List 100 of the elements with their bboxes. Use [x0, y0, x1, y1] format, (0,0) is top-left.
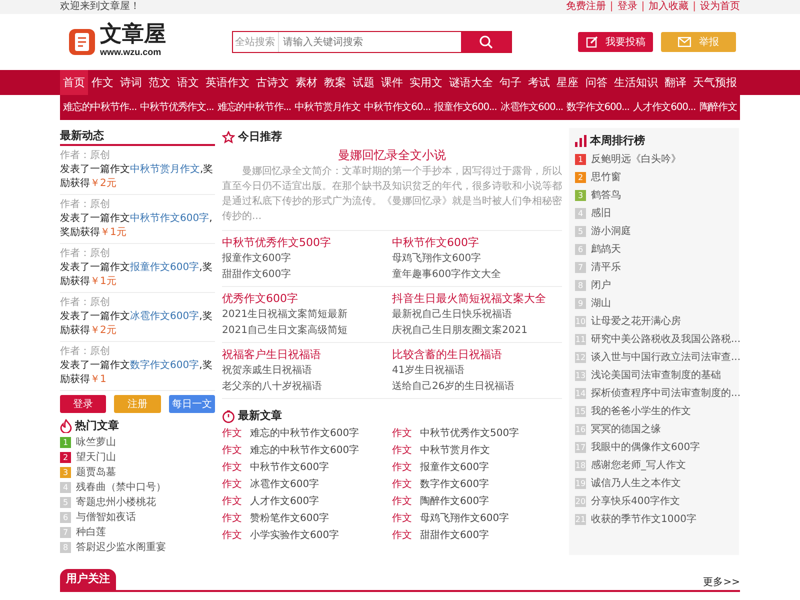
- ranking-link[interactable]: 我的爸爸小学生的作文: [591, 404, 691, 418]
- article-link[interactable]: 送给自己26岁的生日祝福语: [392, 379, 562, 395]
- article-link[interactable]: 赞粉笔作文600字: [250, 510, 330, 527]
- sub-nav-link[interactable]: 难忘的中秋节作...: [63, 95, 137, 120]
- sub-nav-link[interactable]: 中秋节赏月作文: [294, 95, 360, 120]
- sub-nav-link[interactable]: 冰雹作文600...: [500, 95, 563, 120]
- sub-nav-link[interactable]: 报童作文600...: [434, 95, 497, 120]
- nav-tab[interactable]: 句子: [496, 70, 525, 95]
- article-link[interactable]: 难忘的中秋节作文600字: [250, 442, 360, 459]
- article-link[interactable]: 最新祝自己生日快乐祝福语: [392, 307, 562, 323]
- article-link[interactable]: 老父亲的八十岁祝福语: [222, 379, 392, 395]
- ranking-link[interactable]: 分享快乐400字作文: [591, 494, 680, 508]
- top-link[interactable]: 登录: [617, 0, 638, 14]
- article-link[interactable]: 2021生日祝福文案简短最新: [222, 307, 392, 323]
- nav-tab[interactable]: 英语作文: [202, 70, 253, 95]
- headline-link[interactable]: 曼娜回忆录全文小说: [222, 146, 562, 164]
- article-link[interactable]: 冰雹作文600字: [130, 311, 200, 322]
- nav-tab[interactable]: 课件: [378, 70, 406, 95]
- sub-nav-link[interactable]: 人才作文600...: [632, 95, 696, 120]
- sub-nav-link[interactable]: 中秋节作文60...: [364, 95, 430, 120]
- ranking-link[interactable]: 鹤答鸟: [591, 188, 621, 202]
- nav-tab[interactable]: 翻译: [661, 70, 690, 95]
- article-link[interactable]: 中秋节作文600字: [250, 459, 330, 476]
- search-button[interactable]: [461, 32, 511, 52]
- nav-tab[interactable]: 语文: [174, 70, 202, 95]
- hot-article-link[interactable]: 种白莲: [76, 525, 106, 540]
- sub-nav-link[interactable]: 难忘的中秋节作...: [217, 95, 291, 120]
- nav-tab[interactable]: 诗词: [117, 70, 146, 95]
- action-button[interactable]: 登录: [60, 395, 106, 413]
- article-link[interactable]: 41岁生日祝福语: [392, 363, 562, 379]
- nav-tab[interactable]: 考试: [525, 70, 554, 95]
- ranking-link[interactable]: 谈入世与中国行政立法司法审查...: [591, 350, 741, 364]
- group-title-link[interactable]: 中秋节优秀作文500字: [222, 234, 392, 251]
- hot-article-link[interactable]: 与僧智如夜话: [76, 510, 136, 525]
- article-link[interactable]: 报童作文600字: [130, 262, 200, 273]
- nav-tab[interactable]: 生活知识: [610, 70, 661, 95]
- article-link[interactable]: 中秋节赏月作文: [130, 164, 200, 175]
- ranking-link[interactable]: 收获的季节作文1000字: [591, 512, 696, 526]
- ranking-link[interactable]: 我眼中的偶像作文600字: [591, 440, 700, 454]
- hot-article-link[interactable]: 望天门山: [76, 450, 116, 465]
- hot-article-link[interactable]: 寄题忠州小楼桃花: [76, 495, 156, 510]
- group-title-link[interactable]: 优秀作文600字: [222, 290, 392, 307]
- ranking-link[interactable]: 探析侦查程序中司法审查制度的...: [591, 386, 741, 400]
- ranking-link[interactable]: 思竹窗: [591, 170, 621, 184]
- more-link[interactable]: 更多>>: [703, 574, 740, 590]
- group-title-link[interactable]: 祝福客户生日祝福语: [222, 346, 392, 363]
- nav-tab[interactable]: 素材: [292, 70, 321, 95]
- action-button[interactable]: 每日一文: [168, 395, 215, 413]
- nav-tab[interactable]: 天气预报: [690, 70, 740, 95]
- article-link[interactable]: 数字作文600字: [420, 476, 490, 493]
- article-link[interactable]: 母鸡飞翔作文600字: [420, 510, 510, 527]
- article-link[interactable]: 陶醉作文600字: [420, 493, 490, 510]
- article-link[interactable]: 难忘的中秋节作文600字: [250, 425, 360, 442]
- hot-article-link[interactable]: 残春曲（禁中口号）: [76, 480, 166, 495]
- nav-tab[interactable]: 星座: [554, 70, 582, 95]
- top-link[interactable]: 免费注册: [566, 0, 606, 14]
- ranking-link[interactable]: 诚信乃人生之本作文: [591, 476, 681, 490]
- article-link[interactable]: 甜甜作文600字: [420, 527, 490, 544]
- ranking-link[interactable]: 感谢您老师_写人作文: [591, 458, 686, 472]
- ranking-link[interactable]: 湖山: [591, 296, 611, 310]
- ranking-link[interactable]: 研究中美公路税收及我国公路税...: [591, 332, 741, 346]
- hot-article-link[interactable]: 咏竺萝山: [76, 435, 116, 450]
- sub-nav-link[interactable]: 陶醉作文: [699, 95, 737, 120]
- nav-tab[interactable]: 范文: [146, 70, 174, 95]
- article-link[interactable]: 报童作文600字: [420, 459, 490, 476]
- ranking-link[interactable]: 反鲍明远《白头吟》: [591, 152, 681, 166]
- group-title-link[interactable]: 中秋节作文600字: [392, 234, 562, 251]
- ranking-link[interactable]: 冥冥的德国之缘: [591, 422, 661, 436]
- ranking-link[interactable]: 感旧: [591, 206, 611, 220]
- sub-nav-link[interactable]: 中秋节优秀作文...: [140, 95, 214, 120]
- hot-article-link[interactable]: 答尉迟少监水阁重宴: [76, 540, 166, 555]
- ranking-link[interactable]: 浅论美国司法审查制度的基础: [591, 368, 721, 382]
- article-link[interactable]: 2021自己生日文案高级简短: [222, 323, 392, 339]
- header-button[interactable]: 我要投稿: [578, 32, 653, 52]
- ranking-link[interactable]: 清平乐: [591, 260, 621, 274]
- article-link[interactable]: 小学实验作文600字: [250, 527, 340, 544]
- ranking-link[interactable]: 闭户: [591, 278, 611, 292]
- article-link[interactable]: 庆祝自己生日朋友圈文案2021: [392, 323, 562, 339]
- nav-tab[interactable]: 试题: [350, 70, 378, 95]
- sub-nav-link[interactable]: 数字作文600...: [566, 95, 630, 120]
- nav-tab[interactable]: 首页: [60, 70, 88, 95]
- nav-tab[interactable]: 古诗文: [253, 70, 292, 95]
- hot-article-link[interactable]: 题贾岛墓: [76, 465, 116, 480]
- top-link[interactable]: 加入收藏: [648, 0, 689, 14]
- article-link[interactable]: 报童作文600字: [222, 251, 392, 267]
- nav-tab[interactable]: 问答: [582, 70, 610, 95]
- group-title-link[interactable]: 抖音生日最火简短祝福文案大全: [392, 290, 562, 307]
- group-title-link[interactable]: 比较含蓄的生日祝福语: [392, 346, 562, 363]
- top-link[interactable]: 设为首页: [700, 0, 740, 14]
- article-link[interactable]: 甜甜作文600字: [222, 267, 392, 283]
- article-link[interactable]: 童年趣事600字作文大全: [392, 267, 562, 283]
- nav-tab[interactable]: 谜语大全: [446, 70, 496, 95]
- article-link[interactable]: 中秋节赏月作文: [420, 442, 490, 459]
- ranking-link[interactable]: 让母爱之花开满心房: [591, 314, 681, 328]
- nav-tab[interactable]: 实用文: [406, 70, 446, 95]
- article-link[interactable]: 祝贺亲戚生日祝福语: [222, 363, 392, 379]
- article-link[interactable]: 母鸡飞翔作文600字: [392, 251, 562, 267]
- article-link[interactable]: 人才作文600字: [250, 493, 320, 510]
- article-link[interactable]: 中秋节作文600字: [130, 213, 210, 224]
- ranking-link[interactable]: 鹧鸪天: [591, 242, 621, 256]
